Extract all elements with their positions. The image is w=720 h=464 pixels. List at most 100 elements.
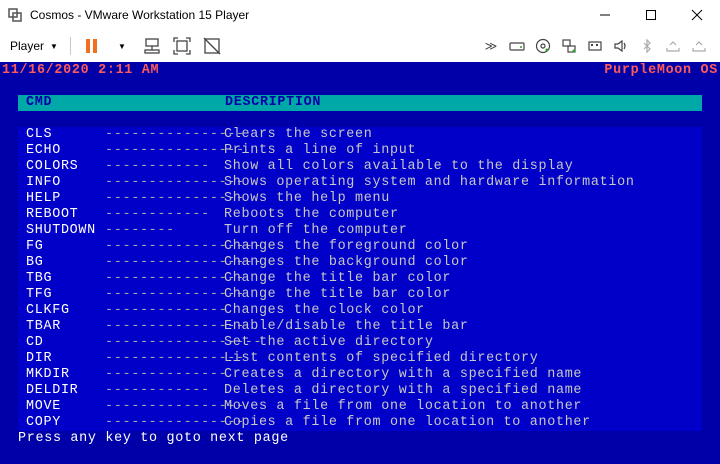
- command-row: CD ------------------ Set the active direc…: [18, 335, 702, 351]
- command-name: MKDIR: [26, 367, 70, 382]
- command-name: MOVE: [26, 399, 61, 414]
- command-name: CLS: [26, 127, 53, 142]
- command-description: Turn off the computer: [224, 223, 408, 238]
- usb-icon: [588, 41, 602, 51]
- command-leader: --------------: [105, 367, 228, 382]
- send-ctrl-alt-del-button[interactable]: [140, 34, 164, 58]
- header-description: DESCRIPTION: [225, 95, 322, 110]
- unity-disabled-icon: [203, 37, 221, 55]
- minimize-button[interactable]: [582, 0, 628, 30]
- command-name: SHUTDOWN: [26, 223, 96, 238]
- command-name: DIR: [26, 351, 53, 366]
- bluetooth-device[interactable]: [634, 34, 660, 58]
- header-cmd: CMD: [26, 95, 53, 110]
- command-row: MKDIR -------------- Creates a directory w…: [18, 367, 702, 383]
- os-title-bar: 11/16/2020 2:11 AM PurpleMoon OS: [0, 62, 720, 78]
- command-description: Creates a directory with a specified nam…: [224, 367, 583, 382]
- command-row: COLORS ------------ Show all colors availa…: [18, 159, 702, 175]
- command-description: Prints a line of input: [224, 143, 417, 158]
- command-name: DELDIR: [26, 383, 79, 398]
- player-menu-button[interactable]: Player ▼: [10, 34, 64, 58]
- command-leader: ------------: [105, 159, 210, 174]
- command-row: BG ------------------ Changes the backgrou…: [18, 255, 702, 271]
- command-description: Changes the background color: [224, 255, 469, 270]
- player-menu-label: Player: [10, 39, 45, 53]
- command-name: ECHO: [26, 143, 61, 158]
- network-adapter-device[interactable]: [556, 34, 582, 58]
- command-name: TBAR: [26, 319, 61, 334]
- command-name: BG: [26, 255, 44, 270]
- command-row: INFO ---------------- Shows operating syst…: [18, 175, 702, 191]
- command-name: FG: [26, 239, 44, 254]
- command-description: Shows operating system and hardware info…: [224, 175, 635, 190]
- command-list: CLS ---------------- Clears the screen ECHO…: [18, 127, 702, 431]
- command-leader: ------------: [105, 207, 210, 222]
- unity-mode-button[interactable]: [200, 34, 224, 58]
- command-row: COPY ---------------- Copies a file from o…: [18, 415, 702, 431]
- maximize-button[interactable]: [628, 0, 674, 30]
- command-row: MOVE ---------------- Moves a file from on…: [18, 399, 702, 415]
- command-leader: --------: [105, 223, 175, 238]
- command-description: Clears the screen: [224, 127, 373, 142]
- command-row: HELP ---------------- Shows the help menu: [18, 191, 702, 207]
- sound-card-device[interactable]: [608, 34, 634, 58]
- command-description: Copies a file from one location to anoth…: [224, 415, 591, 430]
- command-row: DIR ---------------- List contents of spec…: [18, 351, 702, 367]
- command-name: HELP: [26, 191, 61, 206]
- command-name: TBG: [26, 271, 53, 286]
- pause-button[interactable]: [80, 34, 104, 58]
- cd-dvd-icon: [535, 38, 551, 54]
- toolbar-divider: [69, 37, 71, 55]
- display-icon: [692, 41, 706, 52]
- more-devices-button[interactable]: ≫: [478, 34, 504, 58]
- window-titlebar: Cosmos - VMware Workstation 15 Player: [0, 0, 720, 30]
- close-button[interactable]: [674, 0, 720, 30]
- command-leader: ------------: [105, 383, 210, 398]
- display-device[interactable]: [686, 34, 712, 58]
- command-description: Moves a file from one location to anothe…: [224, 399, 583, 414]
- window-title: Cosmos - VMware Workstation 15 Player: [30, 8, 250, 22]
- power-dropdown-button[interactable]: ▼: [110, 34, 134, 58]
- vmware-app-icon: [8, 8, 22, 22]
- command-name: INFO: [26, 175, 61, 190]
- command-description: Set the active directory: [224, 335, 434, 350]
- command-row: TBAR ---------------- Enable/disable the t…: [18, 319, 702, 335]
- fit-guest-button[interactable]: [170, 34, 194, 58]
- command-description: Deletes a directory with a specified nam…: [224, 383, 583, 398]
- bluetooth-icon: [643, 38, 651, 54]
- command-description: Shows the help menu: [224, 191, 390, 206]
- fit-window-icon: [173, 37, 191, 55]
- hard-disk-device[interactable]: [504, 34, 530, 58]
- device-tray: ≫: [478, 34, 712, 58]
- os-clock: 11/16/2020 2:11 AM: [2, 63, 160, 78]
- command-description: Change the title bar color: [224, 271, 452, 286]
- command-description: Reboots the computer: [224, 207, 399, 222]
- command-row: TFG ---------------- Change the title bar …: [18, 287, 702, 303]
- help-header-bar: CMD DESCRIPTION: [18, 95, 702, 111]
- command-row: FG ------------------ Changes the foregrou…: [18, 239, 702, 255]
- network-computer-icon: [144, 38, 160, 54]
- command-name: TFG: [26, 287, 53, 302]
- command-name: COLORS: [26, 159, 79, 174]
- cd-dvd-device[interactable]: [530, 34, 556, 58]
- command-name: CD: [26, 335, 44, 350]
- speaker-icon: [614, 39, 626, 53]
- vm-console-screen[interactable]: 11/16/2020 2:11 AM PurpleMoon OS CMD DES…: [0, 62, 720, 464]
- command-description: Changes the foreground color: [224, 239, 469, 254]
- command-description: Show all colors available to the display: [224, 159, 574, 174]
- next-page-prompt: Press any key to goto next page: [18, 431, 289, 446]
- command-row: SHUTDOWN -------- Turn off the computer: [18, 223, 702, 239]
- command-row: CLKFG -------------- Changes the clock col…: [18, 303, 702, 319]
- command-row: CLS ---------------- Clears the screen: [18, 127, 702, 143]
- command-description: List contents of specified directory: [224, 351, 539, 366]
- chevron-down-icon: ▼: [50, 41, 58, 51]
- os-name: PurpleMoon OS: [604, 63, 718, 78]
- hard-disk-icon: [509, 42, 525, 51]
- command-description: Changes the clock color: [224, 303, 425, 318]
- printer-device[interactable]: [660, 34, 686, 58]
- player-toolbar: Player ▼ ▼ ≫: [0, 30, 720, 62]
- usb-controller-device[interactable]: [582, 34, 608, 58]
- command-description: Enable/disable the title bar: [224, 319, 469, 334]
- command-name: CLKFG: [26, 303, 70, 318]
- command-row: DELDIR ------------ Deletes a directory wi…: [18, 383, 702, 399]
